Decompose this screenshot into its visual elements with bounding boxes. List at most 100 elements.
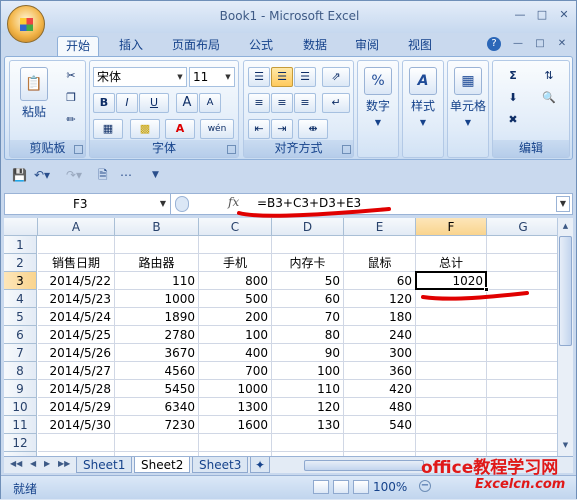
redo-icon[interactable]: ↷▾ [66, 167, 82, 183]
tab-insert[interactable]: 插入 [111, 36, 151, 57]
cell-g4[interactable] [487, 290, 557, 308]
align-left-icon[interactable]: ≡ [248, 93, 270, 113]
align-center-icon[interactable]: ≡ [271, 93, 293, 113]
sheet-tab-3[interactable]: Sheet3 [192, 457, 249, 473]
cell-a4[interactable]: 2014/5/23 [38, 290, 115, 308]
cell-g5[interactable] [487, 308, 557, 326]
cell-f5[interactable] [416, 308, 487, 326]
first-sheet-icon[interactable]: ◀◀ [10, 459, 22, 468]
tab-home[interactable]: 开始 [57, 36, 100, 57]
cell-e12[interactable] [344, 434, 416, 452]
insert-sheet-icon[interactable]: ✦ [250, 457, 271, 473]
decrease-indent-icon[interactable]: ⇤ [248, 119, 270, 139]
cell-d4[interactable]: 60 [272, 290, 344, 308]
row-header-5[interactable]: 5 [4, 308, 37, 326]
cell-e8[interactable]: 360 [344, 362, 416, 380]
wrap-text-icon[interactable]: ↵ [322, 93, 350, 113]
cell-a12[interactable] [38, 434, 115, 452]
row-header-12[interactable]: 12 [4, 434, 37, 452]
zoom-level[interactable]: 100% [373, 480, 407, 494]
align-middle-icon[interactable]: ☰ [271, 67, 293, 87]
cell-c8[interactable]: 700 [199, 362, 272, 380]
cell-a5[interactable]: 2014/5/24 [38, 308, 115, 326]
row-header-8[interactable]: 8 [4, 362, 37, 380]
cell-g1[interactable] [487, 236, 557, 254]
cell-a6[interactable]: 2014/5/25 [38, 326, 115, 344]
autosum-button[interactable]: Σ [497, 67, 529, 87]
font-name-combo[interactable]: 宋体 ▼ [93, 67, 187, 87]
row-header-10[interactable]: 10 [4, 398, 37, 416]
cell-b1[interactable] [115, 236, 199, 254]
cell-e6[interactable]: 240 [344, 326, 416, 344]
cell-b6[interactable]: 2780 [115, 326, 199, 344]
maximize-button[interactable]: □ [533, 7, 551, 23]
cell-c4[interactable]: 500 [199, 290, 272, 308]
cell-f6[interactable] [416, 326, 487, 344]
cell-c2[interactable]: 手机 [199, 254, 272, 272]
row-header-9[interactable]: 9 [4, 380, 37, 398]
cell-a9[interactable]: 2014/5/28 [38, 380, 115, 398]
row-header-4[interactable]: 4 [4, 290, 37, 308]
cell-e11[interactable]: 540 [344, 416, 416, 434]
font-size-combo[interactable]: 11 ▼ [189, 67, 235, 87]
row-header-1[interactable]: 1 [4, 236, 37, 254]
tab-view[interactable]: 视图 [400, 36, 440, 57]
cell-e2[interactable]: 鼠标 [344, 254, 416, 272]
cell-d12[interactable] [272, 434, 344, 452]
row-header-7[interactable]: 7 [4, 344, 37, 362]
cell-a7[interactable]: 2014/5/26 [38, 344, 115, 362]
cell-d10[interactable]: 120 [272, 398, 344, 416]
ribbon-close-button[interactable]: ✕ [555, 37, 569, 51]
cell-e1[interactable] [344, 236, 416, 254]
orientation-icon[interactable]: ⇗ [322, 67, 350, 87]
column-header-d[interactable]: D [272, 218, 344, 236]
copy-icon[interactable]: ❐ [60, 89, 82, 109]
vertical-scroll-thumb[interactable] [559, 236, 572, 346]
cell-a8[interactable]: 2014/5/27 [38, 362, 115, 380]
prev-sheet-icon[interactable]: ◀ [30, 459, 36, 468]
cell-g12[interactable] [487, 434, 557, 452]
cell-f10[interactable] [416, 398, 487, 416]
font-launcher-icon[interactable] [227, 145, 236, 154]
cell-c1[interactable] [199, 236, 272, 254]
cell-d8[interactable]: 100 [272, 362, 344, 380]
align-bottom-icon[interactable]: ☰ [294, 67, 316, 87]
formula-bar-handle[interactable] [175, 196, 189, 212]
cell-e7[interactable]: 300 [344, 344, 416, 362]
cell-g10[interactable] [487, 398, 557, 416]
help-icon[interactable]: ? [487, 37, 501, 51]
column-header-f[interactable]: F [416, 218, 487, 236]
column-header-a[interactable]: A [38, 218, 115, 236]
cell-c11[interactable]: 1600 [199, 416, 272, 434]
office-button[interactable] [7, 5, 45, 43]
cell-d2[interactable]: 内存卡 [272, 254, 344, 272]
cells-button[interactable]: ▦ 单元格 ▼ [448, 67, 488, 128]
cell-g11[interactable] [487, 416, 557, 434]
cell-e9[interactable]: 420 [344, 380, 416, 398]
cell-f4[interactable] [416, 290, 487, 308]
row-header-3[interactable]: 3 [4, 272, 37, 290]
cell-b8[interactable]: 4560 [115, 362, 199, 380]
paste-button[interactable]: 📋 粘贴 [16, 67, 52, 120]
cell-d6[interactable]: 80 [272, 326, 344, 344]
customize-qat-icon[interactable]: ▼ [152, 167, 159, 183]
cell-d5[interactable]: 70 [272, 308, 344, 326]
alignment-launcher-icon[interactable] [342, 145, 351, 154]
tab-page-layout[interactable]: 页面布局 [164, 36, 228, 57]
cell-b5[interactable]: 1890 [115, 308, 199, 326]
cell-g3[interactable] [487, 272, 557, 290]
tab-data[interactable]: 数据 [295, 36, 335, 57]
zoom-out-icon[interactable]: − [419, 480, 431, 492]
cell-c12[interactable] [199, 434, 272, 452]
increase-indent-icon[interactable]: ⇥ [271, 119, 293, 139]
tab-review[interactable]: 审阅 [347, 36, 387, 57]
cell-b10[interactable]: 6340 [115, 398, 199, 416]
italic-button[interactable]: I [116, 93, 138, 113]
cell-e10[interactable]: 480 [344, 398, 416, 416]
cell-c7[interactable]: 400 [199, 344, 272, 362]
row-header-11[interactable]: 11 [4, 416, 37, 434]
cell-f7[interactable] [416, 344, 487, 362]
clear-icon[interactable]: ✖ [497, 111, 529, 131]
cell-d11[interactable]: 130 [272, 416, 344, 434]
minimize-button[interactable]: — [511, 7, 529, 23]
